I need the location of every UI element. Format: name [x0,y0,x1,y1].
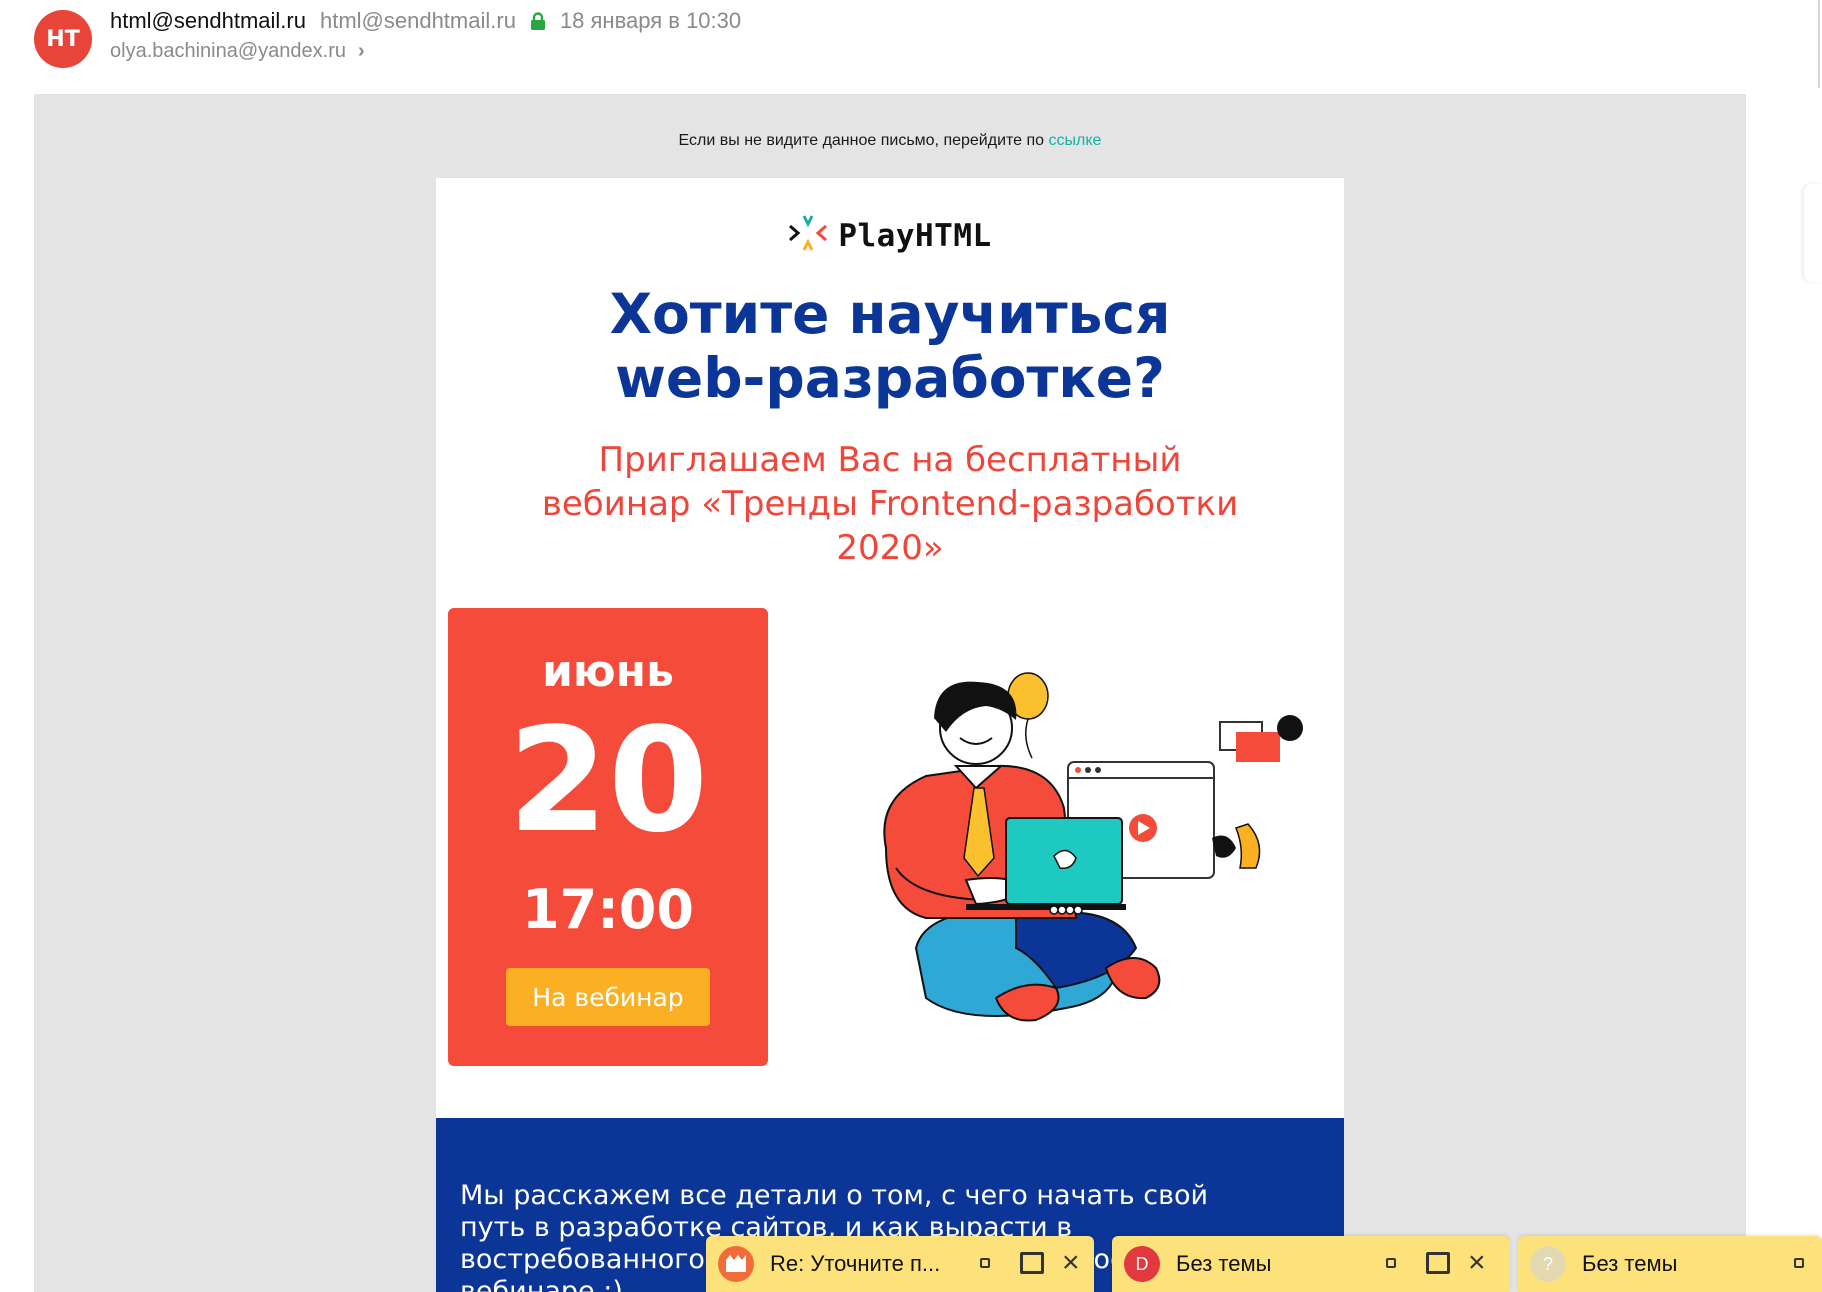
headline: Хотите научиться web-разработке? [436,282,1344,410]
minimize-icon[interactable] [980,1258,990,1268]
compose-tab-2[interactable]: D Без темы × [1112,1236,1510,1292]
logo[interactable]: PlayHTML [436,214,1344,257]
subheadline: Приглашаем Вас на бесплатный вебинар «Тр… [541,440,1239,568]
newsletter-card: PlayHTML Хотите научиться web-разработке… [436,178,1344,1292]
headline-line-1: Хотите научиться [609,282,1171,346]
headline-line-2: web-разработке? [615,346,1165,410]
sender-email[interactable]: html@sendhtmail.ru [320,8,516,34]
close-icon[interactable]: × [1468,1246,1486,1280]
preheader: Если вы не видите данное письмо, перейди… [34,132,1746,150]
message-date: 18 января в 10:30 [559,8,742,33]
compose-tab-title[interactable]: Без темы [1582,1251,1677,1277]
side-panel-handle[interactable] [1804,184,1822,282]
event-day: 20 [507,696,709,864]
maximize-icon[interactable] [1426,1252,1450,1274]
maximize-icon[interactable] [1020,1252,1044,1274]
unknown-contact-avatar: ? [1530,1246,1566,1282]
contact-avatar: D [1124,1246,1160,1282]
sender-line: html@sendhtmail.ru html@sendhtmail.ru 18… [110,8,741,34]
minimize-icon[interactable] [1794,1258,1804,1268]
playhtml-logo-icon [788,214,828,257]
recipient-email[interactable]: olya.bachinina@yandex.ru [110,40,346,63]
compose-tab-1[interactable]: Re: Уточните п... × [706,1236,1094,1292]
compose-tab-title[interactable]: Без темы [1176,1251,1271,1277]
event-time: 17:00 [522,878,694,941]
minimize-icon[interactable] [1386,1258,1396,1268]
lock-icon [530,11,546,31]
compose-tab-title[interactable]: Re: Уточните п... [770,1251,940,1277]
close-icon[interactable]: × [1062,1246,1080,1280]
scrollbar[interactable] [1818,0,1820,88]
preheader-link[interactable]: ссылке [1049,132,1102,149]
recipient-line[interactable]: olya.bachinina@yandex.ru › [110,40,365,63]
sender-avatar[interactable]: НТ [34,10,92,68]
event-month: июнь [542,646,674,697]
developer-illustration [816,648,1316,1048]
contact-avatar-icon [718,1246,754,1282]
preheader-text: Если вы не видите данное письмо, перейди… [678,132,1045,149]
chevron-right-icon[interactable]: › [358,40,365,63]
sender-name[interactable]: html@sendhtmail.ru [110,8,306,34]
email-body: Если вы не видите данное письмо, перейди… [34,94,1746,1292]
logo-text: PlayHTML [838,217,992,254]
compose-tab-3[interactable]: ? Без темы [1518,1236,1822,1292]
webinar-button[interactable]: На вебинар [506,968,710,1026]
event-date-card: июнь 20 17:00 На вебинар [448,608,768,1066]
